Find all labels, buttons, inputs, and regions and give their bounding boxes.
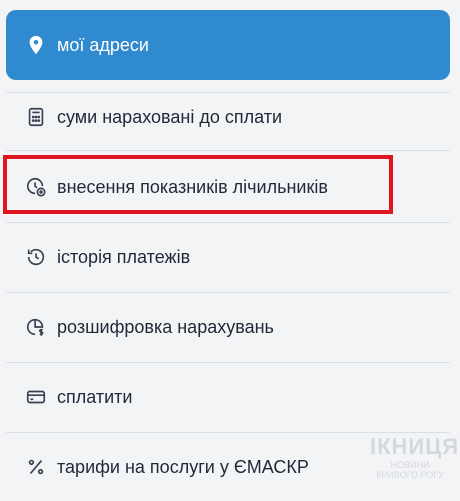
menu-item-charges-breakdown[interactable]: розшифровка нарахувань <box>6 293 450 361</box>
meter-add-icon <box>25 176 47 198</box>
menu-item-label: тарифи на послуги у ЄМАСКР <box>57 456 309 477</box>
history-icon <box>25 246 47 268</box>
menu-item-label: історія платежів <box>57 246 191 267</box>
menu-item-pay[interactable]: сплатити <box>6 363 450 431</box>
menu-item-meter-readings[interactable]: внесення показників лічильників <box>6 153 450 221</box>
menu-item-label: розшифровка нарахувань <box>57 316 274 337</box>
watermark-caption: НОВИНИ КРИВОГО РОГУ <box>376 460 444 480</box>
credit-card-icon <box>25 386 47 408</box>
watermark-logo: ІКНИЦЯ НОВИНИ КРИВОГО РОГУ <box>370 434 460 480</box>
menu-item-label: внесення показників лічильників <box>57 176 328 197</box>
menu-item-payment-history[interactable]: історія платежів <box>6 223 450 291</box>
menu-item-my-addresses[interactable]: мої адреси <box>6 10 450 80</box>
sidebar-menu: мої адреси суми нараховані до сплати вне… <box>0 0 460 501</box>
watermark-logo-text: ІКНИЦЯ <box>370 434 460 459</box>
menu-item-label: суми нараховані до сплати <box>57 106 282 127</box>
menu-item-label: мої адреси <box>57 34 149 55</box>
calculator-icon <box>25 106 47 128</box>
percent-icon <box>25 456 47 478</box>
menu-item-charges-due[interactable]: суми нараховані до сплати <box>6 83 450 151</box>
charges-breakdown-icon <box>25 316 47 338</box>
location-pin-icon <box>25 34 47 56</box>
menu-item-label: сплатити <box>57 386 133 407</box>
divider <box>6 150 450 151</box>
